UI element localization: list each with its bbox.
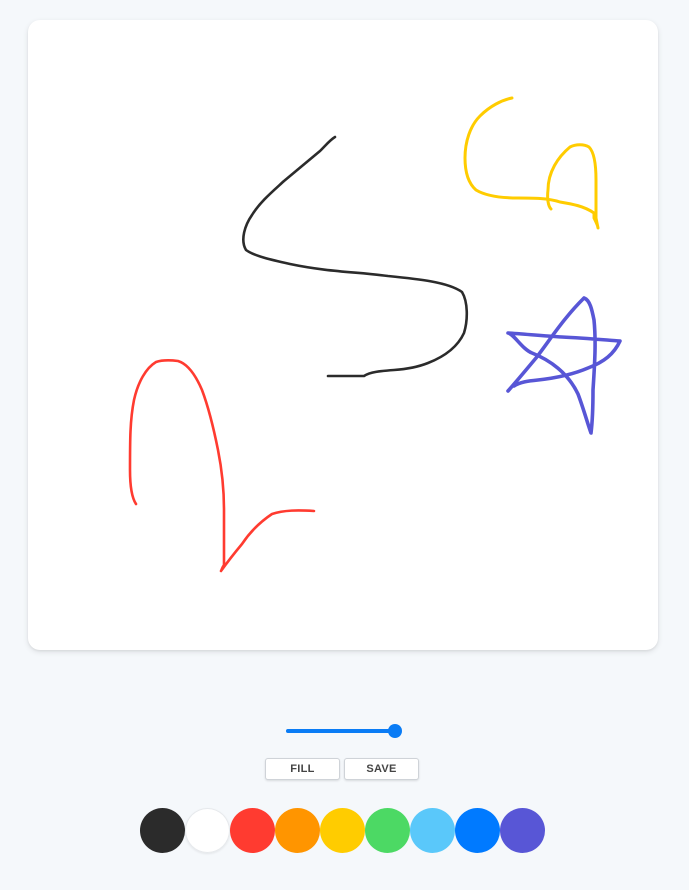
fill-button[interactable]: FILL bbox=[265, 758, 340, 780]
swatch-yellow[interactable] bbox=[320, 808, 365, 853]
swatch-blue[interactable] bbox=[455, 808, 500, 853]
swatch-red[interactable] bbox=[230, 808, 275, 853]
drawing-canvas[interactable] bbox=[28, 20, 658, 650]
swatch-green[interactable] bbox=[365, 808, 410, 853]
swatch-light-blue[interactable] bbox=[410, 808, 455, 853]
slider-fill bbox=[286, 729, 397, 733]
swatch-white[interactable] bbox=[185, 808, 230, 853]
action-buttons: FILL SAVE bbox=[265, 758, 419, 780]
brush-size-slider[interactable] bbox=[284, 724, 402, 738]
yellow-stroke bbox=[463, 96, 600, 230]
color-palette bbox=[140, 808, 545, 853]
drawing-surface[interactable] bbox=[28, 20, 658, 650]
purple-star-stroke bbox=[506, 296, 622, 435]
swatch-black[interactable] bbox=[140, 808, 185, 853]
save-button[interactable]: SAVE bbox=[344, 758, 419, 780]
swatch-orange[interactable] bbox=[275, 808, 320, 853]
slider-thumb[interactable] bbox=[388, 724, 402, 738]
swatch-purple[interactable] bbox=[500, 808, 545, 853]
red-stroke bbox=[128, 359, 316, 573]
black-s-stroke bbox=[242, 135, 469, 378]
